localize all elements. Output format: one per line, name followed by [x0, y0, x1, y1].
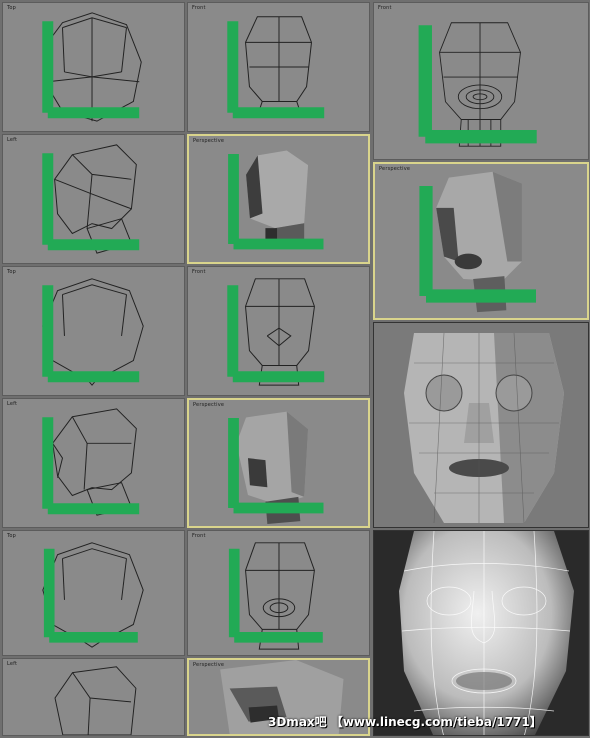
- viewport-front-1[interactable]: Front: [187, 2, 370, 132]
- axis-gizmo-icon: [227, 21, 325, 119]
- axis-gizmo-icon: [228, 154, 324, 250]
- viewport-front-3[interactable]: Front: [187, 530, 370, 656]
- rendered-face-closeup-1: [373, 322, 589, 528]
- axis-gizmo-icon: [227, 285, 325, 383]
- shaded-face-render-2: [399, 531, 574, 735]
- wireframe-head-side-3: [54, 666, 137, 735]
- watermark-text: 3Dmax吧 【www.linecg.com/tieba/1771】: [268, 715, 542, 729]
- viewport-perspective-2[interactable]: Perspective: [187, 398, 370, 528]
- axis-gizmo-icon: [42, 285, 140, 383]
- axis-gizmo-icon: [43, 548, 138, 643]
- viewport-top-3[interactable]: Top: [2, 530, 185, 656]
- axis-gizmo-icon: [42, 21, 140, 119]
- viewport-perspective-1[interactable]: Perspective: [187, 134, 370, 264]
- rendered-face-closeup-2: [373, 530, 589, 736]
- viewport-top-2[interactable]: Top: [2, 266, 185, 396]
- axis-gizmo-icon: [42, 153, 140, 251]
- shaded-face-render-1: [404, 332, 564, 524]
- axis-gizmo-icon: [42, 417, 140, 515]
- viewport-left-1[interactable]: Left: [2, 134, 185, 264]
- viewport-perspective-4[interactable]: Perspective: [373, 162, 589, 320]
- viewport-left-2[interactable]: Left: [2, 398, 185, 528]
- axis-gizmo-icon: [418, 25, 537, 144]
- viewport-front-4[interactable]: Front: [373, 2, 589, 160]
- viewport-left-3[interactable]: Left: [2, 658, 185, 736]
- viewport-front-2[interactable]: Front: [187, 266, 370, 396]
- axis-gizmo-icon: [419, 186, 536, 303]
- axis-gizmo-icon: [228, 548, 323, 643]
- axis-gizmo-icon: [228, 418, 324, 514]
- viewport-top-1[interactable]: Top: [2, 2, 185, 132]
